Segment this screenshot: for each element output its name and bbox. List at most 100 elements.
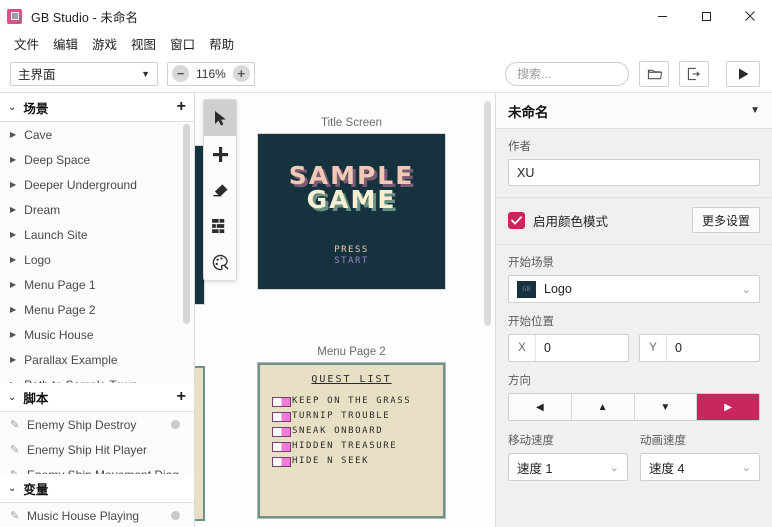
sidebar-scrollbar[interactable]: [183, 124, 190, 324]
scene-title-screen[interactable]: Title Screen SAMPLE GAME PRESS START: [257, 117, 446, 290]
list-item[interactable]: ✎ Enemy Ship Destroy: [0, 412, 194, 437]
list-item[interactable]: ▶ Deep Space: [0, 147, 194, 172]
menu-help[interactable]: 帮助: [203, 32, 240, 55]
sidebar-item-label: Enemy Ship Hit Player: [27, 442, 148, 457]
sidebar-item-label: Launch Site: [24, 227, 88, 242]
canvas-vertical-scrollbar[interactable]: [484, 101, 491, 326]
author-field[interactable]: [508, 159, 760, 186]
select-tool[interactable]: [204, 100, 236, 136]
start-scene-dropdown[interactable]: GB Logo ⌄: [508, 275, 760, 303]
bricks-icon: [211, 219, 224, 233]
triangle-right-icon: ▶: [10, 230, 17, 239]
section-dropdown-value: 主界面: [18, 68, 56, 82]
sidebar-item-label: Path to Sample Town: [24, 378, 137, 384]
chevron-down-icon: ⌄: [8, 101, 17, 113]
list-item[interactable]: ▶ Path to Sample Town: [0, 372, 194, 384]
export-button[interactable]: [679, 60, 709, 87]
title-bar: GB Studio - 未命名: [0, 0, 772, 32]
direction-down-button[interactable]: ▼: [634, 394, 698, 420]
list-item[interactable]: ▶ Cave: [0, 122, 194, 147]
menu-game[interactable]: 游戏: [86, 32, 123, 55]
zoom-in-button[interactable]: +: [232, 65, 250, 82]
close-icon[interactable]: [728, 0, 772, 32]
start-scene-label: 开始场景: [508, 257, 554, 269]
scene-thumbnail[interactable]: QUEST LIST KEEP ON THE GRASS TURNIP TROU…: [257, 362, 446, 519]
list-item: HIDE N SEEK: [272, 456, 443, 467]
sidebar-item-label: Deeper Underground: [24, 177, 137, 192]
scene-menu-page-2[interactable]: Menu Page 2 QUEST LIST KEEP ON THE GRASS…: [257, 346, 446, 519]
direction-up-button[interactable]: ▲: [571, 394, 635, 420]
variable-icon: ✎: [10, 510, 20, 523]
checkbox-icon: [272, 442, 291, 452]
quest-label: HIDE N SEEK: [292, 456, 370, 466]
direction-left-button[interactable]: ◀: [509, 394, 572, 420]
list-item[interactable]: ▶ Menu Page 2: [0, 297, 194, 322]
list-item[interactable]: ▶ Parallax Example: [0, 347, 194, 372]
status-dot: [171, 511, 180, 521]
move-speed-group: 移动速度 速度 1 ⌄: [508, 432, 628, 481]
menu-view[interactable]: 视图: [125, 32, 162, 55]
list-item[interactable]: ▶ Launch Site: [0, 222, 194, 247]
anim-speed-dropdown[interactable]: 速度 4 ⌄: [640, 453, 760, 481]
menu-window[interactable]: 窗口: [164, 32, 201, 55]
sidebar-item-label: Logo: [24, 252, 51, 267]
start-settings-section: 开始场景 GB Logo ⌄ 开始位置 X 0 Y 0 方向 ◀ ▲ ▼ ▶ 移…: [496, 245, 772, 487]
eraser-tool[interactable]: [204, 172, 236, 208]
color-tool[interactable]: [204, 244, 236, 280]
toolbar-right-group: [505, 60, 760, 87]
search-input[interactable]: [505, 61, 629, 86]
color-mode-checkbox[interactable]: [508, 211, 525, 229]
direction-right-button[interactable]: ▶: [697, 394, 759, 420]
scene-thumbnail[interactable]: SAMPLE GAME PRESS START: [257, 133, 446, 290]
sidebar-section-variables-header[interactable]: ⌄ 变量: [0, 474, 194, 504]
list-item[interactable]: ✎ Enemy Ship Hit Player: [0, 437, 194, 462]
checkbox-icon: [272, 457, 291, 467]
scene-canvas[interactable]: Title Screen SAMPLE GAME PRESS START Men…: [195, 93, 495, 527]
sidebar-item-label: Enemy Ship Destroy: [27, 417, 137, 432]
cursor-icon: [214, 110, 226, 126]
scene-offscreen-bottom[interactable]: [195, 366, 205, 521]
list-item: KEEP ON THE GRASS: [272, 396, 443, 407]
collisions-tool[interactable]: [204, 208, 236, 244]
chevron-down-icon[interactable]: ▼: [750, 105, 760, 116]
list-item[interactable]: ▶ Logo: [0, 247, 194, 272]
start-y-field[interactable]: Y 0: [639, 334, 760, 362]
checkbox-icon: [272, 397, 291, 407]
press-line-2: START: [334, 256, 369, 266]
section-dropdown[interactable]: 主界面 ▼: [10, 61, 158, 86]
more-settings-button[interactable]: 更多设置: [691, 207, 760, 233]
menu-file[interactable]: 文件: [8, 32, 45, 55]
scene-label: Title Screen: [321, 117, 382, 129]
zoom-out-button[interactable]: −: [172, 65, 189, 82]
move-speed-value: 速度 1: [517, 461, 553, 476]
check-icon: [511, 215, 522, 224]
color-mode-label: 启用颜色模式: [533, 214, 609, 229]
list-item[interactable]: ▶ Dream: [0, 197, 194, 222]
sidebar-section-scenes-header[interactable]: ⌄ 场景 +: [0, 93, 194, 122]
list-item[interactable]: ✎ Enemy Ship Movement Diag: [0, 462, 194, 475]
list-item[interactable]: ▶ Deeper Underground: [0, 172, 194, 197]
open-folder-button[interactable]: [639, 60, 669, 87]
tool-palette: [203, 99, 237, 281]
run-button[interactable]: [726, 60, 760, 87]
zoom-level: 116%: [196, 66, 226, 81]
list-item[interactable]: ▶ Menu Page 1: [0, 272, 194, 297]
menu-edit[interactable]: 编辑: [47, 32, 84, 55]
move-speed-label: 移动速度: [508, 435, 554, 447]
add-scene-button[interactable]: +: [177, 99, 186, 115]
list-item[interactable]: ✎ Music House Playing: [0, 503, 194, 527]
sidebar-section-scripts-header[interactable]: ⌄ 脚本 +: [0, 383, 194, 413]
panel-header[interactable]: 未命名 ▼: [496, 93, 772, 129]
triangle-right-icon: ▶: [10, 205, 17, 214]
add-script-button[interactable]: +: [177, 389, 186, 405]
maximize-icon[interactable]: [684, 0, 728, 32]
add-tool[interactable]: [204, 136, 236, 172]
list-item: SNEAK ONBOARD: [272, 426, 443, 437]
triangle-right-icon: ▶: [10, 255, 17, 264]
chevron-down-icon: ⌄: [8, 391, 17, 403]
quest-label: SNEAK ONBOARD: [292, 426, 384, 436]
start-x-field[interactable]: X 0: [508, 334, 629, 362]
move-speed-dropdown[interactable]: 速度 1 ⌄: [508, 453, 628, 481]
list-item[interactable]: ▶ Music House: [0, 322, 194, 347]
minimize-icon[interactable]: [640, 0, 684, 32]
